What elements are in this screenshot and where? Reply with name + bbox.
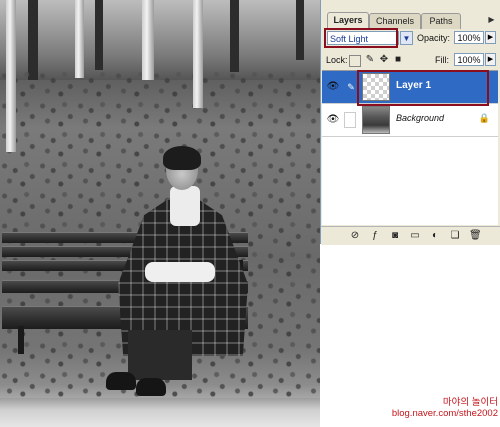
tree-trunk	[296, 0, 304, 60]
photo-canvas	[0, 0, 320, 427]
bench-leg	[18, 326, 24, 354]
eye-icon[interactable]: 👁	[326, 114, 340, 126]
tree-trunk	[95, 0, 103, 70]
tree-trunk	[230, 0, 239, 72]
woman-legs	[128, 330, 192, 380]
opacity-arrow-icon[interactable]: ▶	[485, 31, 496, 44]
tab-paths[interactable]: Paths	[421, 13, 461, 29]
lock-label: Lock:	[326, 55, 348, 65]
sky	[0, 0, 320, 80]
palette-footer: ⊘ ƒ ◙ ▭ ◐ ❏ 🗑	[321, 226, 500, 245]
tab-channels[interactable]: Channels	[369, 13, 421, 29]
palette-tabs: Layers Channels Paths ▶	[321, 0, 500, 29]
opacity-input[interactable]: 100%	[454, 31, 484, 44]
fill-label: Fill:	[435, 55, 449, 65]
new-layer-icon[interactable]: ❏	[449, 230, 461, 242]
layer-thumbnail	[362, 106, 390, 134]
birch-trunk	[6, 0, 16, 152]
lock-paint-icon[interactable]: ✎	[364, 54, 376, 66]
layer-row-background[interactable]: 👁 Background 🔒	[322, 104, 498, 137]
birch-trunk	[193, 0, 203, 108]
tab-layers[interactable]: Layers	[327, 12, 369, 29]
palette-menu-arrow-icon[interactable]: ▶	[485, 13, 498, 26]
lock-transparency-icon[interactable]	[349, 55, 361, 67]
lock-move-icon[interactable]: ✥	[378, 54, 390, 66]
pavement	[0, 398, 320, 427]
brush-icon[interactable]: ✎	[344, 79, 358, 95]
fill-arrow-icon[interactable]: ▶	[485, 53, 496, 66]
white-sleeves	[145, 262, 215, 282]
turtleneck	[170, 186, 200, 226]
opacity-label: Opacity:	[417, 33, 451, 43]
chevron-down-icon[interactable]: ▼	[400, 31, 413, 45]
eye-icon[interactable]: 👁	[326, 81, 340, 93]
woman-hair	[163, 146, 201, 170]
fill-input[interactable]: 100%	[454, 53, 484, 66]
caption-url: blog.naver.com/sthe2002	[391, 408, 498, 419]
lock-row: Lock: ✎ ✥ ■ Fill: 100% ▶	[321, 52, 500, 68]
add-style-icon[interactable]: ƒ	[369, 230, 381, 242]
link-layers-icon[interactable]: ⊘	[349, 230, 361, 242]
birch-trunk	[75, 0, 84, 78]
trash-icon[interactable]: 🗑	[469, 230, 482, 242]
highlight-box-layer	[357, 70, 489, 106]
tree-trunk	[28, 0, 38, 80]
link-slot[interactable]	[344, 112, 356, 128]
new-group-icon[interactable]: ▭	[409, 230, 421, 242]
lock-icon: 🔒	[478, 113, 490, 123]
adjustment-layer-icon[interactable]: ◐	[429, 230, 441, 242]
highlight-box-blend	[324, 28, 398, 48]
layer-name[interactable]: Background	[396, 113, 444, 123]
shoe	[136, 378, 166, 396]
add-mask-icon[interactable]: ◙	[389, 230, 401, 242]
layers-palette: Layers Channels Paths ▶ Soft Light ▼ Opa…	[320, 0, 500, 245]
caption-title: 마야의 놀이터	[442, 397, 498, 408]
lock-all-icon[interactable]: ■	[392, 54, 404, 66]
birch-trunk	[142, 0, 154, 80]
shoe	[106, 372, 136, 390]
blend-row: Soft Light ▼ Opacity: 100% ▶	[321, 28, 500, 50]
